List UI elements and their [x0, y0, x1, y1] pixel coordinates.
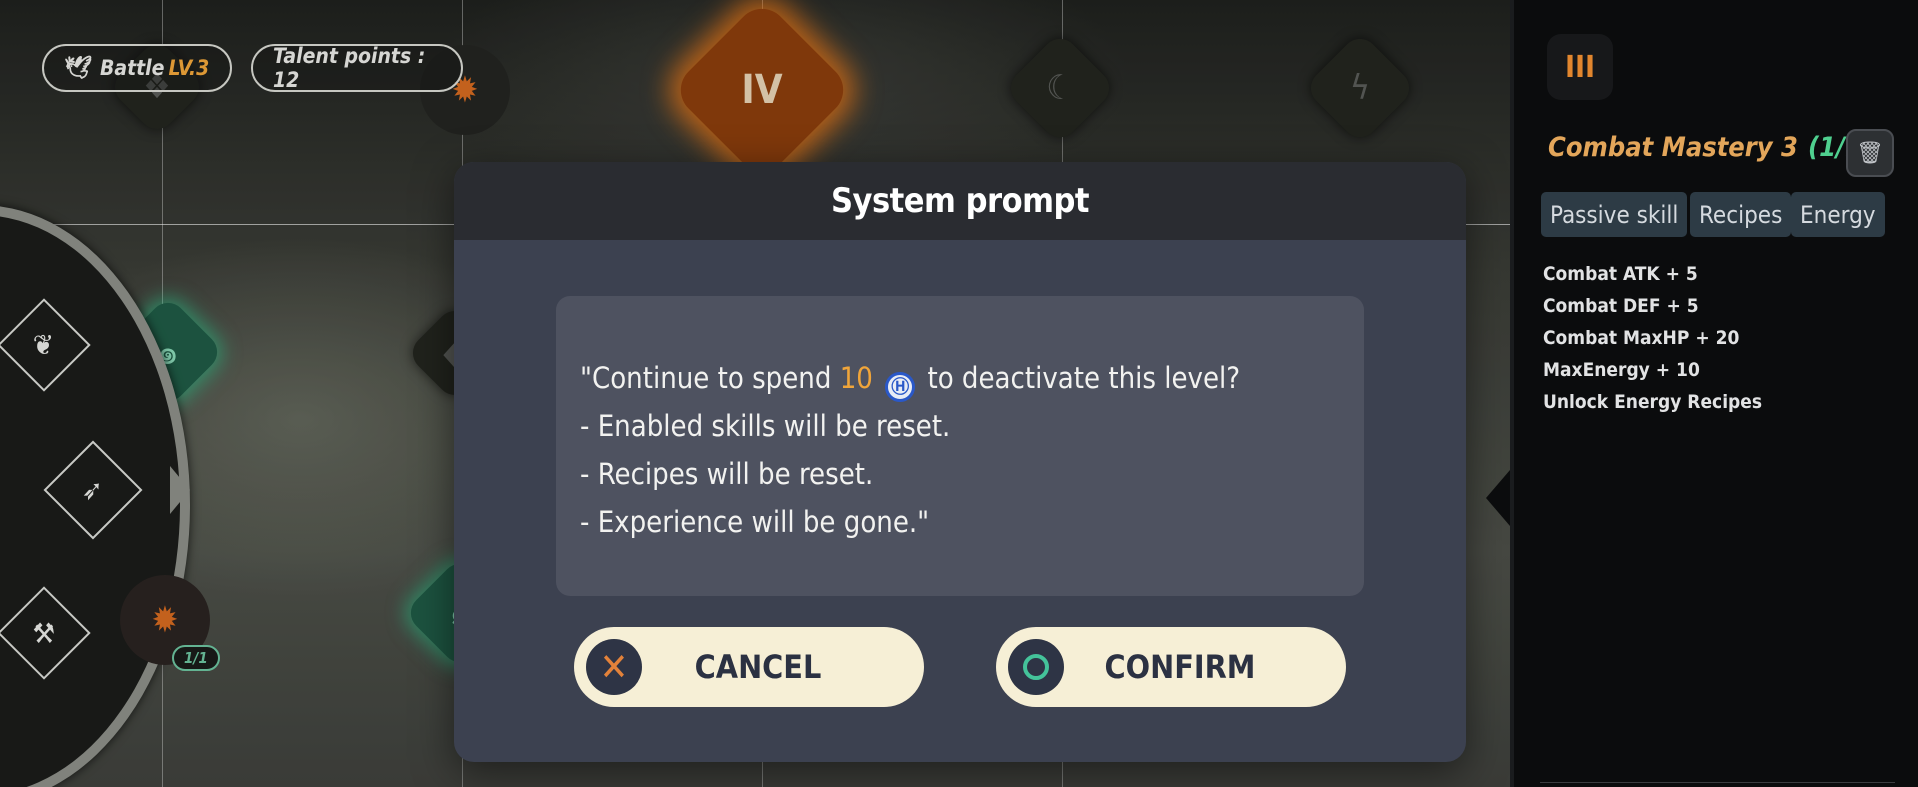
- circle-icon: [1008, 639, 1064, 695]
- skill-stats: Combat ATK + 5 Combat DEF + 5 Combat Max…: [1543, 258, 1762, 418]
- panel-notch: [1486, 470, 1510, 526]
- message-line-1: "Continue to spend 10 Ⓗ to deactivate th…: [580, 354, 1340, 402]
- message-line-3: - Recipes will be reset.: [580, 457, 874, 491]
- currency-icon: Ⓗ: [885, 372, 916, 402]
- system-prompt-dialog: System prompt "Continue to spend 10 Ⓗ to…: [454, 162, 1466, 762]
- confirm-button[interactable]: CONFIRM: [996, 627, 1346, 707]
- dialog-message: "Continue to spend 10 Ⓗ to deactivate th…: [556, 296, 1364, 596]
- cancel-button[interactable]: ✕ CANCEL: [574, 627, 924, 707]
- cancel-label: CANCEL: [694, 648, 822, 686]
- stat-line: MaxEnergy + 10: [1543, 359, 1700, 381]
- message-line-4: - Experience will be gone.": [580, 505, 930, 539]
- stat-line: Combat ATK + 5: [1543, 263, 1698, 285]
- tag-passive-skill: Passive skill: [1541, 192, 1688, 237]
- stat-line: Combat MaxHP + 20: [1543, 327, 1740, 349]
- tag-recipes: Recipes: [1690, 192, 1792, 237]
- cost-value: 10: [839, 361, 873, 395]
- crest-emblem-icon: III: [1547, 34, 1613, 100]
- panel-divider: [1540, 782, 1895, 783]
- stat-line: Combat DEF + 5: [1543, 295, 1699, 317]
- dialog-title: System prompt: [454, 162, 1466, 240]
- confirm-label: CONFIRM: [1104, 648, 1256, 686]
- skill-title: Combat Mastery 3 (1/1): [1548, 132, 1873, 163]
- stat-line: Unlock Energy Recipes: [1543, 391, 1763, 413]
- trash-icon[interactable]: 🗑: [1846, 129, 1894, 177]
- message-line-2: - Enabled skills will be reset.: [580, 409, 951, 443]
- panel-border: [1510, 0, 1514, 787]
- tag-energy: Energy: [1791, 192, 1885, 237]
- cross-icon: ✕: [586, 639, 642, 695]
